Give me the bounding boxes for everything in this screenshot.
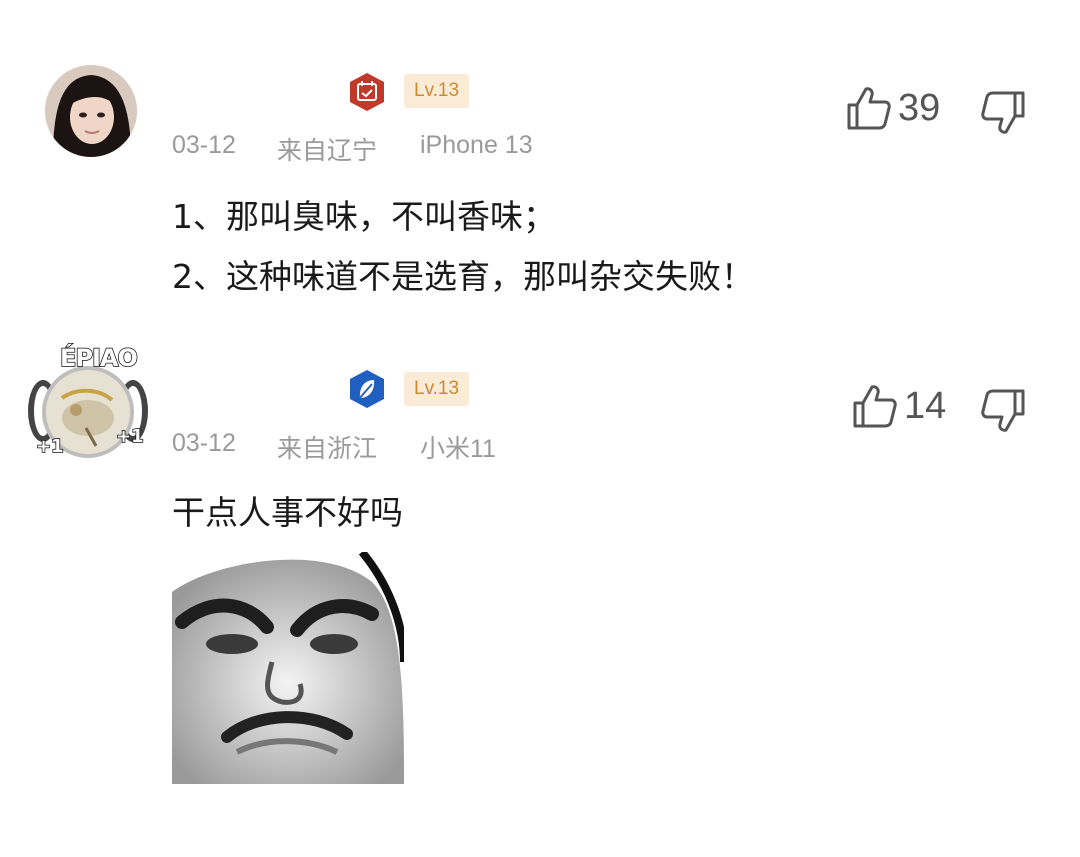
comment-location: 来自辽宁 xyxy=(277,137,378,165)
avatar-photo xyxy=(45,65,137,157)
angry-face-meme xyxy=(172,552,404,784)
comment-text-line: 2、这种味道不是选育，那叫杂交失败！ xyxy=(172,257,754,296)
calendar-check-icon xyxy=(346,71,388,113)
comment-text-line: 干点人事不好吗 xyxy=(172,493,403,532)
meme-image[interactable] xyxy=(172,552,404,784)
comment-text-line: 1、那叫臭味，不叫香味； xyxy=(172,197,556,236)
avatar[interactable] xyxy=(45,65,137,157)
comment-device: 小米11 xyxy=(420,435,496,463)
level-badge: Lv.13 xyxy=(404,372,470,406)
comment-item: ÉPIAO +1 +1 Lv.13 03-12 来自浙江 小米11 14 干点人… xyxy=(0,320,1080,857)
like-count: 39 xyxy=(898,86,941,129)
thumbs-down-icon xyxy=(981,389,1025,432)
dislike-button[interactable] xyxy=(980,90,1026,136)
level-badge: Lv.13 xyxy=(404,74,470,108)
comment-item: Lv.13 03-12 来自辽宁 iPhone 13 39 1、那叫臭味，不叫香… xyxy=(0,0,1080,320)
comment-device: iPhone 13 xyxy=(420,131,533,159)
comment-location: 来自浙江 xyxy=(277,435,378,463)
thumbs-up-icon xyxy=(853,385,897,428)
avatar-frame-label: ÉPIAO xyxy=(59,343,138,373)
avatar-frame-plus: +1 xyxy=(115,425,144,448)
avatar-frame-plus: +1 xyxy=(35,435,64,458)
comment-date: 03-12 xyxy=(172,429,236,457)
like-button[interactable]: 39 xyxy=(846,85,940,131)
comment-date: 03-12 xyxy=(172,131,236,159)
feather-icon xyxy=(346,368,388,410)
thumbs-up-icon xyxy=(847,87,891,130)
like-button[interactable]: 14 xyxy=(852,383,946,429)
thumbs-down-icon xyxy=(981,91,1025,134)
dislike-button[interactable] xyxy=(980,388,1026,434)
like-count: 14 xyxy=(904,384,947,427)
